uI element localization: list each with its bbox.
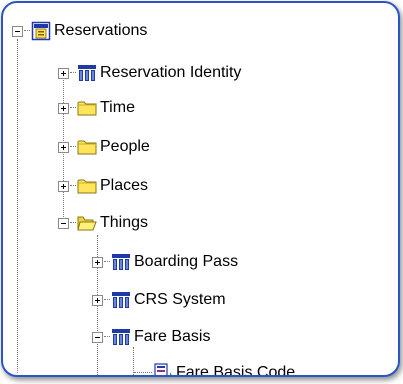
tree-node-label: Things (100, 214, 149, 231)
tree-node-places[interactable]: Places (58, 175, 148, 197)
attribute-icon (153, 363, 173, 375)
expand-places-toggle[interactable] (58, 180, 69, 192)
tree-node-things[interactable]: Things (58, 212, 148, 234)
tree-view: Reservations Reservation Identity Time P… (3, 3, 398, 375)
tree-node-label: Places (100, 177, 149, 194)
folder-icon (77, 176, 97, 196)
tree-node-time[interactable]: Time (58, 97, 135, 119)
tree-node-label: Boarding Pass (134, 253, 239, 270)
tree-panel: Reservations Reservation Identity Time P… (1, 1, 400, 377)
collapse-things-toggle[interactable] (58, 217, 69, 229)
tree-node-label: CRS System (134, 291, 226, 308)
tree-node-label: Reservations (54, 22, 148, 39)
expand-crs-system-toggle[interactable] (92, 294, 103, 306)
entity-icon (77, 63, 97, 83)
entity-icon (111, 252, 131, 272)
tree-node-label: Time (100, 99, 135, 116)
expand-boarding-pass-toggle[interactable] (92, 256, 103, 268)
folder-open-icon (77, 213, 97, 233)
tree-node-label: Reservation Identity (100, 64, 242, 81)
expand-time-toggle[interactable] (58, 102, 69, 114)
tree-node-fare-basis[interactable]: Fare Basis (92, 326, 210, 348)
tree-node-crs-system[interactable]: CRS System (92, 289, 226, 311)
folder-icon (77, 137, 97, 157)
tree-node-label: Fare Basis (134, 328, 211, 345)
tree-node-reservations[interactable]: Reservations (12, 20, 147, 42)
collapse-fare-basis-toggle[interactable] (92, 331, 103, 343)
expand-reservation-identity-toggle[interactable] (58, 67, 69, 79)
tree-node-people[interactable]: People (58, 136, 150, 158)
entity-icon (111, 327, 131, 347)
tree-node-label: Fare Basis Code (176, 364, 296, 377)
tree-node-label: People (100, 138, 150, 155)
entity-icon (111, 290, 131, 310)
tree-node-reservation-identity[interactable]: Reservation Identity (58, 62, 241, 84)
folder-icon (77, 98, 97, 118)
collapse-reservations-toggle[interactable] (12, 25, 23, 37)
root-table-icon (31, 21, 51, 41)
expand-people-toggle[interactable] (58, 141, 69, 153)
tree-node-fare-basis-code[interactable]: Fare Basis Code (133, 362, 296, 377)
tree-node-boarding-pass[interactable]: Boarding Pass (92, 251, 238, 273)
tree-connector-root (17, 39, 19, 373)
